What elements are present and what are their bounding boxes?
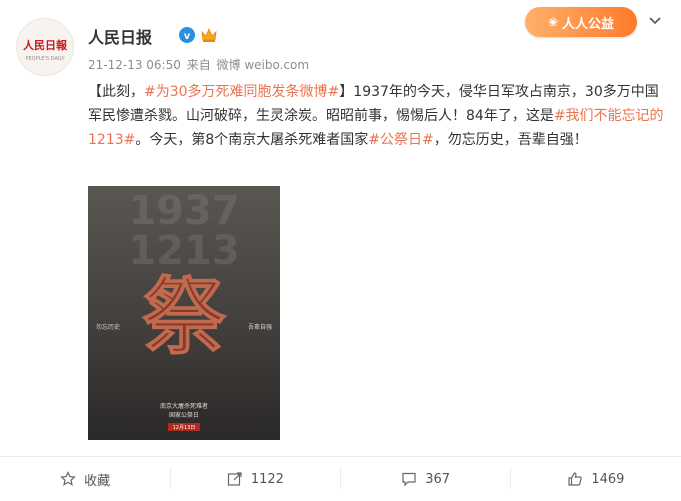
poster-bottom-line-2: 国家公祭日 bbox=[169, 411, 199, 419]
thumbs-up-icon bbox=[568, 472, 583, 486]
like-count: 1469 bbox=[591, 471, 625, 487]
poster-right-caption: 吾辈自强 bbox=[248, 323, 272, 331]
comment-count: 367 bbox=[425, 471, 451, 487]
user-badges: v bbox=[178, 26, 218, 44]
charity-badge[interactable]: ❀ 人人公益 bbox=[525, 7, 637, 37]
hashtag-link[interactable]: #公祭日# bbox=[368, 132, 433, 148]
avatar-logo-subtext: PEOPLE'S DAILY bbox=[25, 56, 65, 62]
post-source[interactable]: 微博 weibo.com bbox=[217, 58, 310, 72]
repost-count: 1122 bbox=[250, 471, 284, 487]
post-time[interactable]: 21-12-13 06:50 bbox=[88, 58, 181, 72]
user-name[interactable]: 人民日报 bbox=[88, 24, 152, 48]
crown-icon bbox=[201, 27, 217, 42]
poster-date-label: 12月13日 bbox=[173, 425, 196, 431]
post-text-part: 。今天，第8个南京大屠杀死难者国家 bbox=[135, 132, 369, 148]
verified-icon: v bbox=[179, 27, 195, 43]
leaf-icon: ❀ bbox=[547, 15, 559, 29]
action-separator bbox=[340, 467, 341, 489]
favorite-button[interactable]: 收藏 bbox=[0, 457, 170, 501]
favorite-label: 收藏 bbox=[84, 473, 111, 489]
poster-main-character: 祭 bbox=[142, 267, 227, 366]
chevron-down-icon[interactable] bbox=[648, 14, 662, 28]
charity-badge-label: 人人公益 bbox=[562, 16, 615, 32]
poster-left-caption: 勿忘历史 bbox=[96, 323, 120, 331]
post-image[interactable]: 1937 1213 祭 勿忘历史 吾辈自强 南京大屠杀死难者 国家公祭日 12月… bbox=[88, 186, 280, 440]
repost-button[interactable]: 1122 bbox=[170, 457, 340, 501]
action-separator bbox=[510, 467, 511, 489]
post-text: 【此刻，#为30多万死难同胞发条微博#】1937年的今天，侵华日军攻占南京，30… bbox=[88, 80, 666, 152]
svg-text:v: v bbox=[184, 31, 191, 42]
avatar[interactable]: 人民日報 PEOPLE'S DAILY bbox=[16, 18, 74, 76]
post-text-part: 【此刻， bbox=[88, 84, 144, 100]
hashtag-link[interactable]: #为30多万死难同胞发条微博# bbox=[144, 84, 339, 100]
comment-button[interactable]: 367 bbox=[341, 457, 511, 501]
source-prefix: 来自 bbox=[186, 58, 211, 72]
weibo-post-card: 人民日報 PEOPLE'S DAILY 人民日报 v 21-12-13 06:5… bbox=[0, 0, 681, 501]
post-text-part: ，勿忘历史，吾辈自强！ bbox=[433, 132, 588, 148]
action-separator bbox=[170, 467, 171, 489]
comment-icon bbox=[402, 472, 416, 487]
like-button[interactable]: 1469 bbox=[511, 457, 681, 501]
share-icon bbox=[227, 472, 242, 486]
star-icon bbox=[60, 471, 76, 486]
avatar-logo-text: 人民日報 bbox=[23, 38, 68, 52]
post-meta: 21-12-13 06:50 来自 微博 weibo.com bbox=[88, 56, 311, 73]
poster-bottom-line-1: 南京大屠杀死难者 bbox=[160, 402, 208, 410]
